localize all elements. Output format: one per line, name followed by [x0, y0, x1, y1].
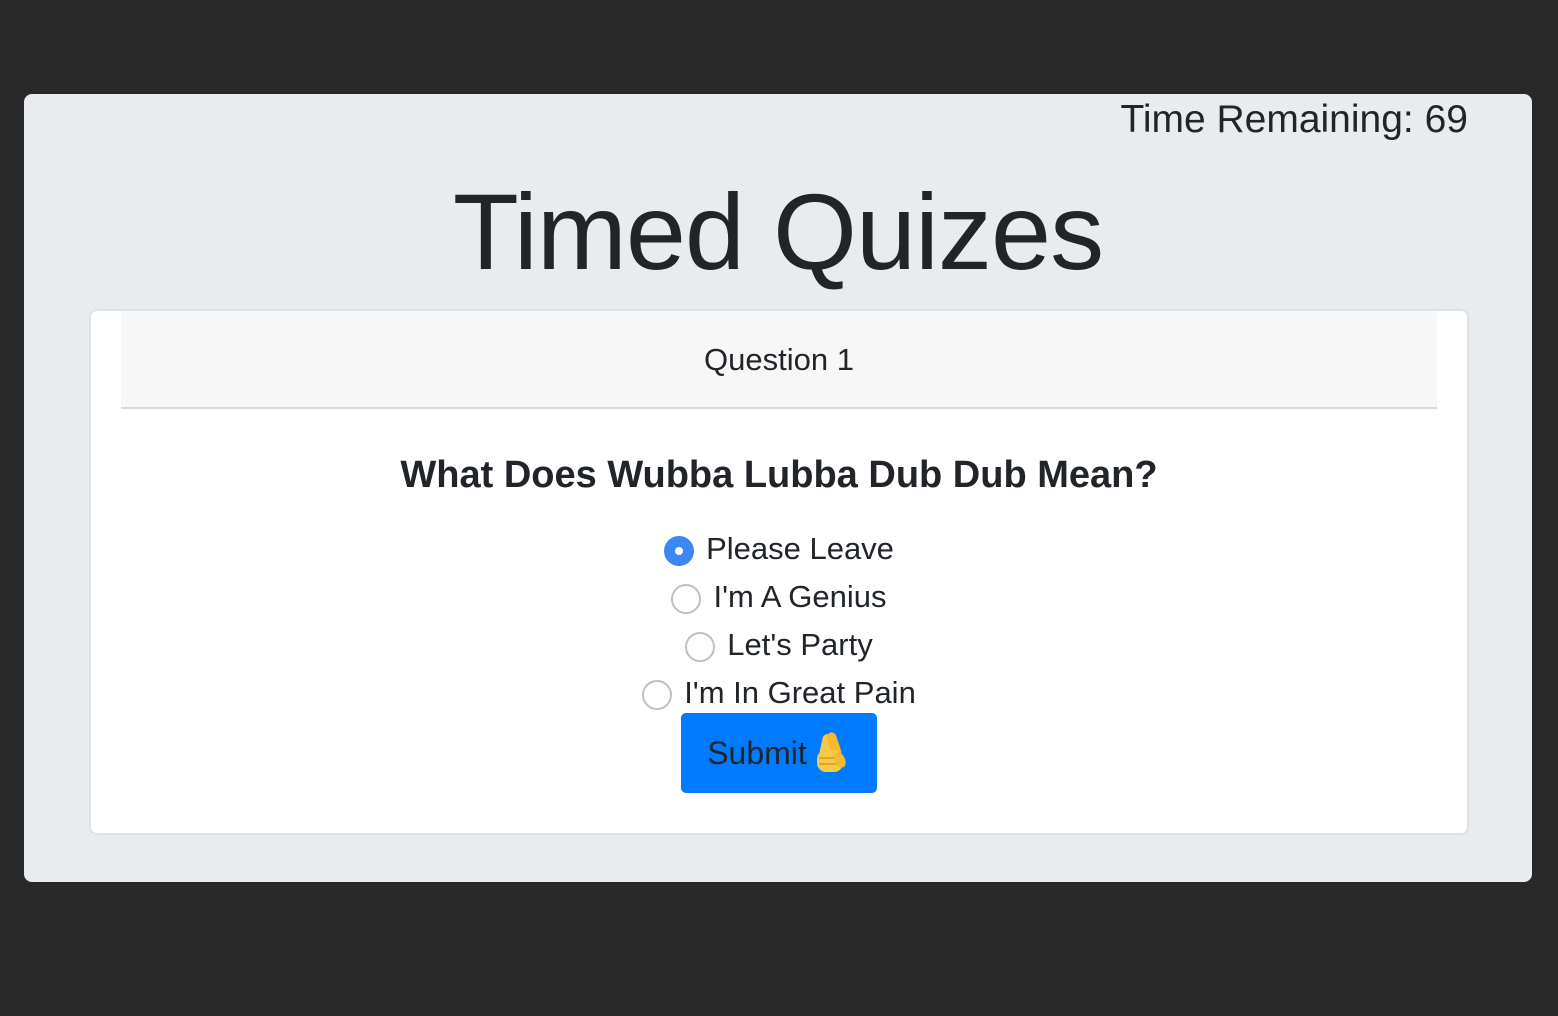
answer-options: Please Leave I'm A Genius Let's Party I'… — [91, 525, 1467, 717]
question-header: Question 1 — [121, 311, 1437, 409]
quiz-container: Time Remaining: 69 Timed Quizes Question… — [24, 94, 1532, 882]
answer-option-label: Let's Party — [727, 627, 873, 662]
radio-button[interactable] — [642, 680, 673, 710]
time-remaining-label: Time Remaining: — [1120, 98, 1414, 141]
question-text: What Does Wubba Lubba Dub Dub Mean? — [400, 454, 1158, 496]
answer-option[interactable]: Please Leave — [91, 525, 1467, 573]
crossed-fingers-icon — [816, 732, 846, 772]
time-remaining: Time Remaining: 69 — [1120, 96, 1468, 144]
time-remaining-value: 69 — [1424, 98, 1468, 141]
answer-option-label: I'm A Genius — [713, 579, 887, 614]
answer-option[interactable]: I'm In Great Pain — [91, 669, 1467, 717]
answer-option-label: Please Leave — [706, 531, 894, 566]
submit-label: Submit — [707, 734, 807, 771]
radio-button[interactable] — [671, 584, 702, 614]
answer-option[interactable]: I'm A Genius — [91, 573, 1467, 621]
radio-button[interactable] — [685, 632, 716, 662]
answer-option[interactable]: Let's Party — [91, 621, 1467, 669]
page-title: Timed Quizes — [452, 171, 1104, 292]
radio-button-checked[interactable] — [664, 536, 695, 566]
submit-button[interactable]: Submit — [681, 713, 877, 793]
question-card: Question 1 What Does Wubba Lubba Dub Dub… — [89, 309, 1469, 835]
answer-option-label: I'm In Great Pain — [684, 675, 916, 710]
